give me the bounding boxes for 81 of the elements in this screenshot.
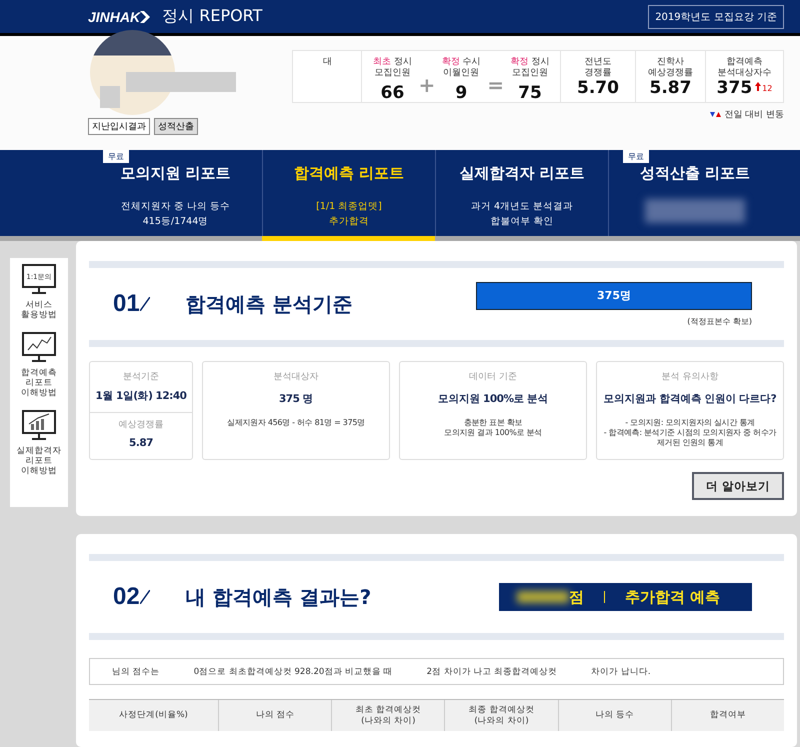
year-badge: 2019학년도 모집요강 기준 [648, 4, 784, 28]
column-header: 최종 합격예상컷 [468, 704, 534, 716]
logo[interactable]: JINHAK [88, 8, 150, 24]
card-detail: 충분한 표본 확보 [464, 418, 522, 428]
column-header: (나와의 차이) [474, 716, 529, 726]
column-header: 사정단계(비율%) [119, 710, 188, 721]
summary-text: 0점으로 최초합격예상컷 928.20점과 비교했을 때 [194, 666, 393, 678]
tab-detail: 415등/1744명 [142, 215, 208, 229]
card-value: 5.87 [129, 436, 153, 448]
card-label: 분석기준 [123, 371, 159, 383]
report-tab[interactable]: 무료 모의지원 리포트 전체지원자 중 나의 등수 415등/1744명 [89, 150, 262, 236]
slash-icon [140, 590, 150, 604]
sidebar-link[interactable]: 합격예측 리포트 이해방법 [21, 368, 57, 398]
card-value: 375 명 [278, 392, 314, 406]
tab-title: 실제합격자 리포트 [459, 164, 585, 183]
column-header: 합격여부 [710, 710, 746, 721]
tab-detail: [1/1 최종업뎃] [316, 200, 382, 214]
chevron-icon [140, 10, 150, 22]
slash-icon [140, 297, 150, 311]
report-tab[interactable]: 무료 성적산출 리포트 [608, 150, 781, 236]
card-value: 1월 1일(화) 12:40 [96, 389, 186, 403]
stat-label: 대 [322, 57, 332, 68]
filter-button[interactable]: 지난입시결과 [88, 118, 150, 135]
stat-value: 66 [380, 83, 404, 103]
card-detail: 실제지원자 456명 - 허수 81명 = 375명 [227, 418, 365, 428]
line-chart-icon [22, 332, 56, 364]
count-bar: 375명 [476, 282, 752, 310]
card-detail: - 합격예측: 분석기준 시점의 모의지원자 중 허수가 제거된 인원의 통계 [603, 428, 777, 448]
up-down-icon [710, 112, 722, 118]
column-header: 나의 점수 [256, 710, 294, 721]
tab-detail: 추가합격 [328, 215, 369, 229]
card-label: 예상경쟁률 [118, 418, 164, 430]
card-label: 데이터 기준 [469, 371, 517, 383]
stat-label: 전년도 경쟁률 [584, 57, 612, 79]
card-value: 모의지원 100%로 분석 [438, 392, 548, 406]
free-badge: 무료 [623, 150, 649, 163]
card-detail: 모의지원 결과 100%로 분석 [444, 428, 542, 438]
operator: + [418, 73, 436, 97]
column-header: 나의 등수 [595, 710, 634, 721]
tab-title: 성적산출 리포트 [640, 164, 750, 183]
learn-more-button[interactable]: 더 알아보기 [692, 472, 784, 500]
section-title: 합격예측 분석기준 [186, 290, 354, 318]
sidebar-link[interactable]: 실제합격자 리포트 이해방법 [16, 446, 62, 476]
filter-button[interactable]: 성적산출 [154, 118, 198, 135]
card-value: 모의지원과 합격예측 인원이 다르다? [604, 392, 776, 406]
card-label: 분석 유의사항 [662, 371, 718, 383]
operator: = [487, 73, 504, 97]
column-header: 최초 합격예상컷 [355, 704, 422, 716]
stat-label: 진학사 예상경쟁률 [648, 57, 693, 79]
stat-value: 75 [518, 83, 542, 103]
stat-value: 9 [455, 83, 468, 103]
note: (적정표본수 확보) [687, 316, 752, 326]
section-title: 내 합격예측 결과는? [186, 584, 372, 610]
verdict: 추가합격 예측 [625, 588, 720, 606]
tab-detail: 합불여부 확인 [490, 215, 554, 229]
redacted-block [100, 86, 120, 108]
stat-label: 확정 수시 이월인원 [442, 57, 481, 79]
tab-detail: 과거 4개년도 분석결과 [470, 200, 574, 214]
summary-text: 2점 차이가 나고 최종합격예상컷 [426, 666, 558, 678]
free-badge: 무료 [103, 150, 129, 163]
tab-title: 모의지원 리포트 [120, 164, 231, 183]
legend: 전일 대비 변동 [710, 108, 784, 121]
column-header: (나와의 차이) [361, 716, 416, 726]
summary-text: 님의 점수는 [112, 666, 160, 678]
section-number: 01 [113, 290, 140, 318]
bar-chart-icon [22, 410, 56, 442]
card-detail: - 모의지원: 모의지원자의 실시간 통계 [625, 418, 755, 428]
card-label: 분석대상자 [274, 371, 318, 383]
section-number: 02 [113, 583, 140, 611]
report-title: 정시 REPORT [162, 6, 264, 27]
stat-label: 확정 정시 모집인원 [510, 57, 550, 79]
up-arrow-icon [755, 82, 762, 91]
stat-label: 합격예측 분석대상자수 [718, 57, 772, 79]
sidebar-link[interactable]: 서비스 활용방법 [21, 300, 57, 320]
tab-detail: 전체지원자 중 나의 등수 [120, 200, 230, 214]
blurred-score [517, 591, 569, 603]
stat-label: 최초 정시 모집인원 [373, 57, 412, 79]
score-unit: 점 [569, 588, 584, 606]
summary-text: 차이가 납니다. [591, 666, 651, 678]
change-indicator: 12 [762, 83, 772, 94]
tab-title: 합격예측 리포트 [294, 164, 404, 183]
